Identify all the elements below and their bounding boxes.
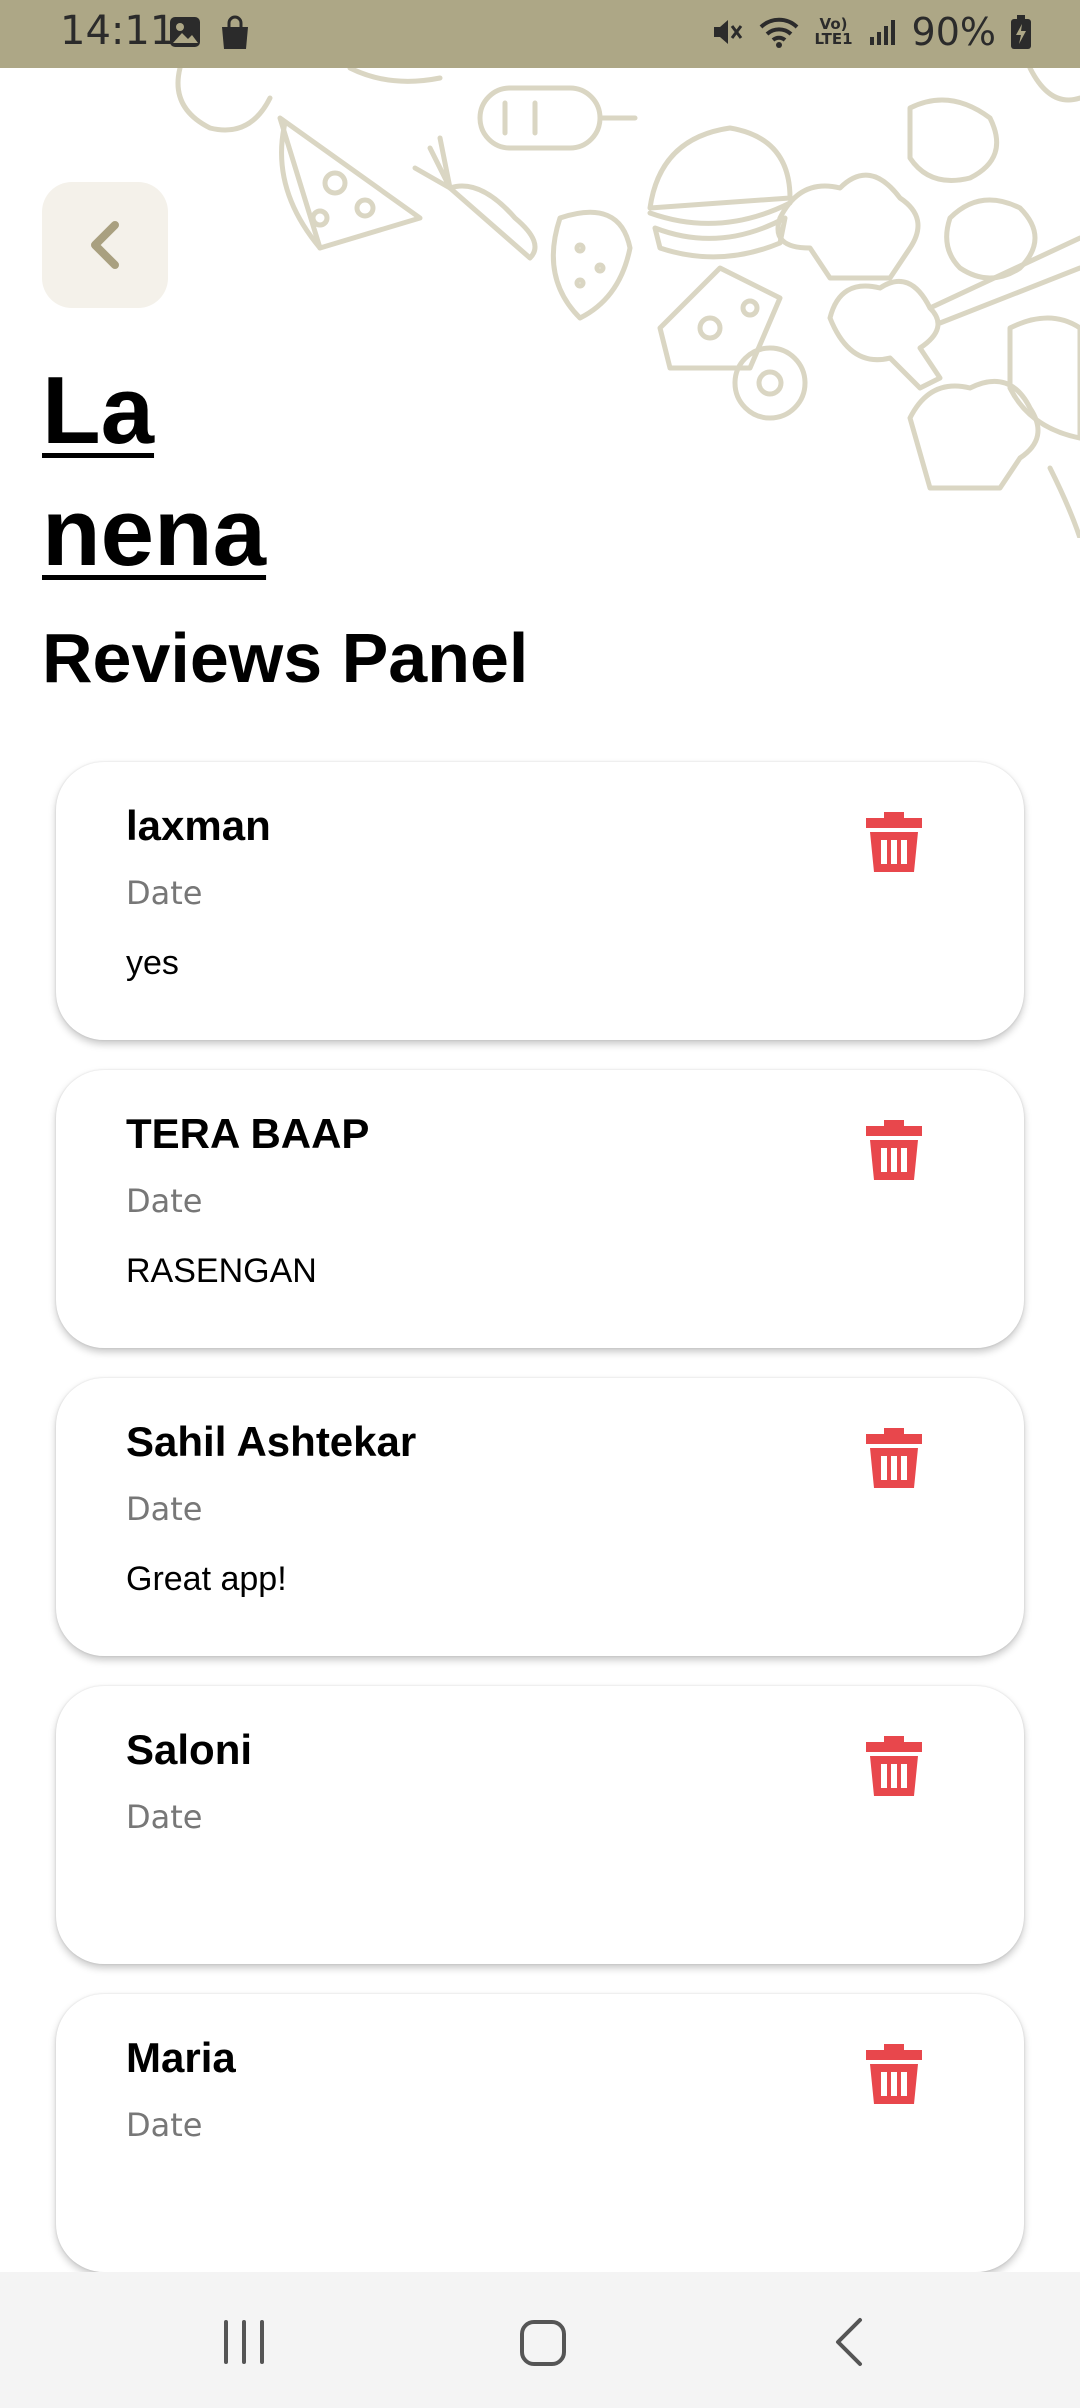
recent-apps-icon[interactable] bbox=[218, 2312, 270, 2372]
delete-icon[interactable] bbox=[862, 1114, 926, 1184]
review-date: Date bbox=[126, 2106, 203, 2144]
delete-icon[interactable] bbox=[862, 1422, 926, 1492]
home-icon[interactable] bbox=[518, 2312, 568, 2372]
wifi-icon bbox=[759, 17, 798, 48]
mute-icon bbox=[713, 20, 742, 44]
restaurant-title: La nena bbox=[42, 357, 267, 586]
delete-icon[interactable] bbox=[862, 1730, 926, 1800]
reviewer-name: Maria bbox=[126, 2034, 236, 2081]
review-card: Saloni Date bbox=[56, 1686, 1024, 1964]
review-text: RASENGAN bbox=[126, 1252, 317, 1290]
review-date: Date bbox=[126, 874, 203, 912]
delete-icon[interactable] bbox=[862, 2038, 926, 2108]
gallery-icon bbox=[170, 17, 200, 47]
back-icon[interactable] bbox=[830, 2312, 870, 2372]
review-card: Maria Date bbox=[56, 1994, 1024, 2272]
battery-percent: 90% bbox=[911, 10, 996, 54]
reviewer-name: TERA BAAP bbox=[126, 1110, 370, 1157]
signal-icon bbox=[869, 20, 895, 45]
page-title: Reviews Panel bbox=[42, 619, 529, 697]
delete-icon[interactable] bbox=[862, 806, 926, 876]
chevron-left-icon bbox=[91, 221, 119, 269]
review-date: Date bbox=[126, 1798, 203, 1836]
review-card: TERA BAAP Date RASENGAN bbox=[56, 1070, 1024, 1348]
reviewer-name: Saloni bbox=[126, 1726, 253, 1773]
review-date: Date bbox=[126, 1182, 203, 1220]
review-card: laxman Date yes bbox=[56, 762, 1024, 1040]
system-nav-bar bbox=[0, 2272, 1080, 2408]
review-text: Great app! bbox=[126, 1560, 287, 1598]
reviewer-name: Sahil Ashtekar bbox=[126, 1418, 417, 1465]
status-bar: 14:11 Vo) LTE1 90% bbox=[0, 0, 1080, 68]
shopping-bag-icon bbox=[222, 15, 248, 49]
review-date: Date bbox=[126, 1490, 203, 1528]
review-card: Sahil Ashtekar Date Great app! bbox=[56, 1378, 1024, 1656]
battery-icon bbox=[1011, 15, 1031, 49]
back-button[interactable] bbox=[42, 182, 168, 308]
network-label: Vo) LTE1 bbox=[814, 15, 853, 48]
review-text: yes bbox=[126, 944, 179, 982]
status-time: 14:11 bbox=[60, 8, 176, 54]
reviewer-name: laxman bbox=[126, 802, 271, 849]
